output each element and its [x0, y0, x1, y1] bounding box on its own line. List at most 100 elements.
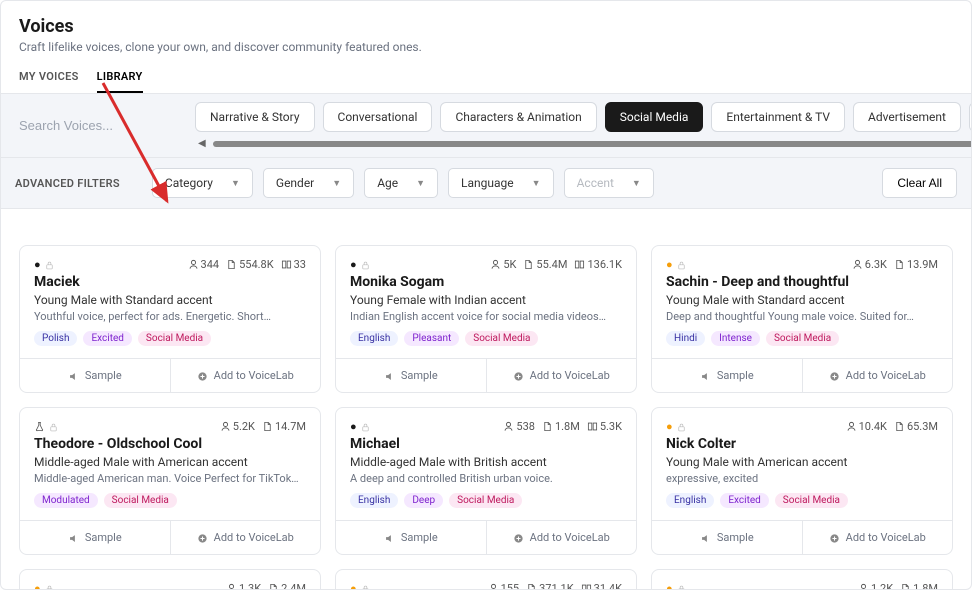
add-to-voicelab-button[interactable]: Add to VoiceLab [170, 359, 321, 392]
lock-icon [360, 582, 371, 590]
voice-description: Deep and thoughtful Young male voice. Su… [666, 310, 938, 323]
tag: English [666, 493, 714, 508]
sound-icon [68, 369, 79, 382]
chevron-down-icon: ▼ [632, 178, 641, 189]
users-stat: 10.4K [846, 420, 887, 433]
voice-card[interactable]: ● 1.2K1.8MFunny Jackie LeeMiddle-aged Ma… [651, 569, 953, 590]
tag: Social Media [138, 331, 211, 346]
sound-icon [68, 531, 79, 544]
lock-icon [676, 582, 687, 590]
add-to-voicelab-button[interactable]: Add to VoiceLab [486, 521, 637, 554]
tag: Modulated [34, 493, 98, 508]
search-input[interactable] [1, 104, 191, 147]
lock-icon [360, 258, 371, 271]
extra-stat: 31.4K [581, 582, 622, 590]
plus-icon [513, 369, 524, 382]
voice-name: Michael [350, 436, 622, 452]
sample-button[interactable]: Sample [336, 359, 486, 392]
voice-subtitle: Middle-aged Male with British accent [350, 455, 622, 469]
sample-button[interactable]: Sample [336, 521, 486, 554]
lock-icon [676, 420, 687, 433]
voice-card[interactable]: ● 5K55.4M136.1KMonika SogamYoung Female … [335, 245, 637, 393]
sample-button[interactable]: Sample [20, 521, 170, 554]
uses-stat: 1.8M [900, 582, 938, 590]
uses-stat: 554.8K [226, 258, 274, 271]
voice-name: Sachin - Deep and thoughtful [666, 274, 938, 290]
uses-stat: 13.9M [894, 258, 938, 271]
age-select[interactable]: Age▼ [364, 168, 438, 198]
uses-stat: 14.7M [262, 420, 306, 433]
language-select[interactable]: Language▼ [448, 168, 554, 198]
sample-button[interactable]: Sample [20, 359, 170, 392]
voice-description: Indian English accent voice for social m… [350, 310, 622, 323]
plus-icon [197, 531, 208, 544]
page-subtitle: Craft lifelike voices, clone your own, a… [19, 40, 953, 54]
chip-narrative-story[interactable]: Narrative & Story [195, 102, 315, 132]
gold-badge-icon: ● [666, 420, 673, 433]
sample-button[interactable]: Sample [652, 521, 802, 554]
voice-subtitle: Young Female with Indian accent [350, 293, 622, 307]
clear-all-button[interactable]: Clear All [882, 168, 957, 198]
users-stat: 1.2K [858, 582, 893, 590]
uses-stat: 1.8M [542, 420, 580, 433]
voice-description: Middle-aged American man. Voice Perfect … [34, 472, 306, 485]
extra-stat: 136.1K [574, 258, 622, 271]
gold-badge-icon: ● [666, 258, 673, 271]
sound-icon [384, 531, 395, 544]
tag: Social Media [775, 493, 848, 508]
verified-badge-icon: ● [34, 258, 41, 271]
voice-name: Maciek [34, 274, 306, 290]
chevron-down-icon: ▼ [532, 178, 541, 189]
chip-advertisement[interactable]: Advertisement [853, 102, 961, 132]
tab-my-voices[interactable]: MY VOICES [19, 70, 79, 93]
gender-select[interactable]: Gender▼ [263, 168, 354, 198]
sound-icon [700, 531, 711, 544]
voice-card[interactable]: ● 10.4K65.3MNick ColterYoung Male with A… [651, 407, 953, 555]
plus-icon [829, 531, 840, 544]
tag: Social Media [766, 331, 839, 346]
users-stat: 5.2K [220, 420, 255, 433]
chevron-down-icon: ▼ [231, 178, 240, 189]
chip-scrollbar[interactable] [213, 141, 972, 147]
chevron-down-icon: ▼ [416, 178, 425, 189]
voice-subtitle: Middle-aged Male with American accent [34, 455, 306, 469]
tag: English [350, 331, 398, 346]
voice-card[interactable]: 5.2K14.7MTheodore - Oldschool CoolMiddle… [19, 407, 321, 555]
gold-badge-icon: ● [350, 582, 357, 590]
voice-card[interactable]: ● 155371.1K31.4KXander - Young British M… [335, 569, 637, 590]
lock-icon [676, 258, 687, 271]
plus-icon [513, 531, 524, 544]
scroll-left-icon[interactable]: ◀ [195, 138, 209, 149]
voice-card[interactable]: ● 1.3K2.4MHalley McClureYoung Female wit… [19, 569, 321, 590]
voice-subtitle: Young Male with Standard accent [666, 293, 938, 307]
chip-characters-animation[interactable]: Characters & Animation [440, 102, 596, 132]
users-stat: 344 [188, 258, 220, 271]
voice-card[interactable]: ● 5381.8M5.3KMichaelMiddle-aged Male wit… [335, 407, 637, 555]
add-to-voicelab-button[interactable]: Add to VoiceLab [802, 521, 953, 554]
extra-stat: 5.3K [587, 420, 622, 433]
beaker-icon [34, 421, 45, 432]
voice-description: expressive, excited [666, 472, 938, 485]
tag: Social Media [449, 493, 522, 508]
tag: English [350, 493, 398, 508]
advanced-filters-label: ADVANCED FILTERS [15, 177, 120, 190]
chip-social-media[interactable]: Social Media [605, 102, 704, 132]
uses-stat: 65.3M [894, 420, 938, 433]
chip-conversational[interactable]: Conversational [323, 102, 433, 132]
chip-entertainment-tv[interactable]: Entertainment & TV [711, 102, 845, 132]
gold-badge-icon: ● [666, 582, 673, 590]
category-select[interactable]: Category▼ [152, 168, 253, 198]
voice-card[interactable]: ● 344554.8K33MaciekYoung Male with Stand… [19, 245, 321, 393]
tab-library[interactable]: LIBRARY [97, 70, 143, 93]
tag: Hindi [666, 331, 705, 346]
voice-name: Monika Sogam [350, 274, 622, 290]
add-to-voicelab-button[interactable]: Add to VoiceLab [486, 359, 637, 392]
add-to-voicelab-button[interactable]: Add to VoiceLab [170, 521, 321, 554]
plus-icon [829, 369, 840, 382]
sample-button[interactable]: Sample [652, 359, 802, 392]
voice-card[interactable]: ● 6.3K13.9MSachin - Deep and thoughtfulY… [651, 245, 953, 393]
users-stat: 5K [490, 258, 516, 271]
add-to-voicelab-button[interactable]: Add to VoiceLab [802, 359, 953, 392]
voice-description: A deep and controlled British urban voic… [350, 472, 622, 485]
accent-select[interactable]: Accent▼ [564, 168, 654, 198]
